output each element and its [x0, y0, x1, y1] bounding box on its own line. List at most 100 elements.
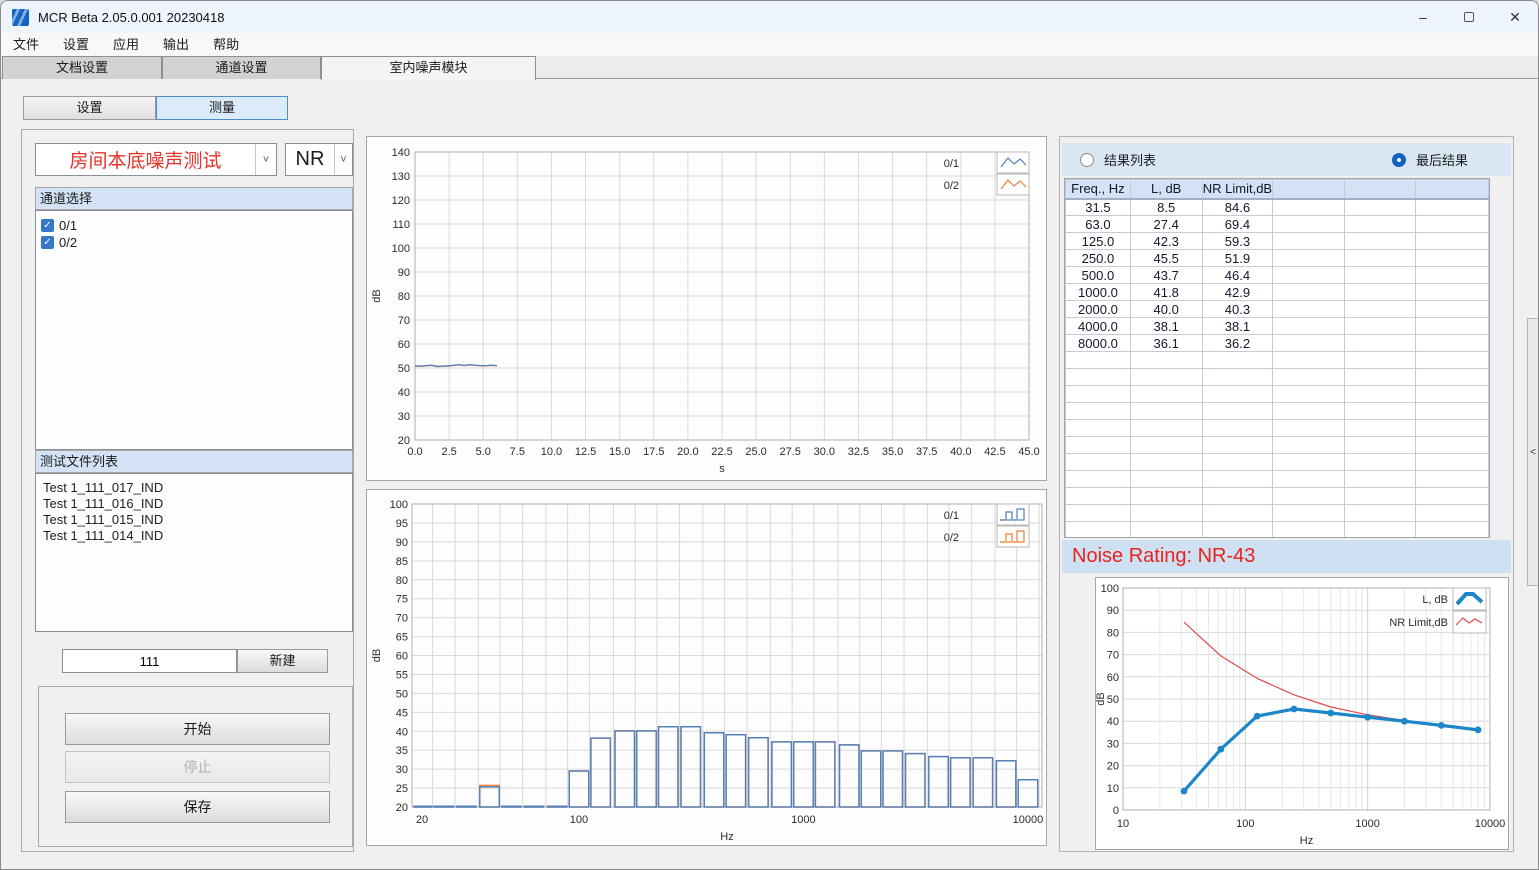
menu-item-settings[interactable]: 设置 [51, 33, 101, 56]
table-cell [1416, 284, 1489, 301]
svg-text:140: 140 [392, 147, 410, 159]
test-file-item[interactable]: Test 1_111_016_IND [36, 496, 352, 512]
tab-indoor-noise-module[interactable]: 室内噪声模块 [321, 56, 536, 80]
start-button[interactable]: 开始 [65, 713, 330, 745]
table-cell [1273, 233, 1345, 250]
table-cell: 45.5 [1130, 250, 1202, 267]
svg-text:37.5: 37.5 [916, 446, 937, 458]
table-row[interactable]: 500.043.746.4 [1066, 267, 1489, 284]
menu-item-help[interactable]: 帮助 [201, 33, 251, 56]
svg-text:7.5: 7.5 [510, 446, 525, 458]
menu-item-output[interactable]: 输出 [151, 33, 201, 56]
table-row-empty [1066, 505, 1489, 522]
save-button[interactable]: 保存 [65, 791, 330, 823]
table-cell [1416, 250, 1489, 267]
test-file-item[interactable]: Test 1_111_017_IND [36, 480, 352, 496]
menu-item-application[interactable]: 应用 [101, 33, 151, 56]
table-row[interactable]: 4000.038.138.1 [1066, 318, 1489, 335]
checkbox-icon[interactable]: ✓ [41, 219, 54, 232]
table-cell [1273, 301, 1345, 318]
test-file-list[interactable]: Test 1_111_017_INDTest 1_111_016_INDTest… [35, 473, 353, 632]
tab-channel-settings[interactable]: 通道设置 [162, 56, 321, 79]
svg-text:80: 80 [398, 291, 410, 303]
minimize-button[interactable]: – [1400, 1, 1446, 33]
table-cell [1273, 250, 1345, 267]
svg-text:75: 75 [396, 594, 408, 606]
checkbox-icon[interactable]: ✓ [41, 236, 54, 249]
table-cell [1416, 216, 1489, 233]
table-row[interactable]: 250.045.551.9 [1066, 250, 1489, 267]
table-cell: 36.1 [1130, 335, 1202, 352]
collapse-panel-button[interactable]: < [1527, 318, 1539, 586]
table-row-empty [1066, 454, 1489, 471]
table-row[interactable]: 1000.041.842.9 [1066, 284, 1489, 301]
table-cell: 4000.0 [1066, 318, 1131, 335]
channel-list[interactable]: ✓0/1✓0/2 [35, 210, 353, 450]
stop-button: 停止 [65, 751, 330, 783]
results-table[interactable]: Freq., HzL, dBNR Limit,dB31.58.584.663.0… [1065, 179, 1489, 538]
last-result-radio[interactable] [1392, 153, 1406, 167]
last-result-radio-label[interactable]: 最后结果 [1416, 150, 1468, 169]
table-cell: 31.5 [1066, 199, 1131, 216]
svg-text:50: 50 [398, 363, 410, 375]
svg-text:60: 60 [396, 651, 408, 663]
file-name-input[interactable] [62, 649, 237, 673]
table-cell [1416, 301, 1489, 318]
title-bar: MCR Beta 2.05.0.001 20230418 – ✕ [1, 1, 1538, 33]
results-table-wrap: Freq., HzL, dBNR Limit,dB31.58.584.663.0… [1064, 178, 1490, 538]
svg-text:60: 60 [398, 339, 410, 351]
close-button[interactable]: ✕ [1492, 1, 1538, 33]
table-cell: 8000.0 [1066, 335, 1131, 352]
svg-text:0/2: 0/2 [944, 532, 959, 544]
channel-item-0/2[interactable]: ✓0/2 [36, 234, 352, 251]
table-cell: 41.8 [1130, 284, 1202, 301]
test-file-item[interactable]: Test 1_111_014_IND [36, 528, 352, 544]
table-row[interactable]: 2000.040.040.3 [1066, 301, 1489, 318]
rating-standard-value: NR [286, 144, 334, 175]
table-row[interactable]: 63.027.469.4 [1066, 216, 1489, 233]
test-type-value: 房间本底噪声测试 [36, 144, 255, 175]
table-cell: 27.4 [1130, 216, 1202, 233]
svg-text:NR Limit,dB: NR Limit,dB [1389, 617, 1448, 629]
table-cell [1344, 335, 1416, 352]
results-list-radio-label[interactable]: 结果列表 [1104, 150, 1156, 169]
results-list-radio[interactable] [1080, 153, 1094, 167]
rating-standard-select[interactable]: NR ˅ [285, 143, 353, 176]
svg-text:20: 20 [1107, 761, 1119, 773]
maximize-button[interactable] [1446, 1, 1492, 33]
table-cell: 84.6 [1202, 199, 1273, 216]
noise-rating-banner: Noise Rating: NR-43 [1062, 540, 1511, 573]
subtab-settings[interactable]: 设置 [23, 96, 156, 120]
channel-item-0/1[interactable]: ✓0/1 [36, 217, 352, 234]
new-button[interactable]: 新建 [237, 649, 328, 673]
table-row-empty [1066, 386, 1489, 403]
table-cell: 40.0 [1130, 301, 1202, 318]
table-row-empty [1066, 403, 1489, 420]
test-file-item[interactable]: Test 1_111_015_IND [36, 512, 352, 528]
table-row[interactable]: 31.58.584.6 [1066, 199, 1489, 216]
menu-item-file[interactable]: 文件 [1, 33, 51, 56]
svg-text:120: 120 [392, 195, 410, 207]
table-cell: 1000.0 [1066, 284, 1131, 301]
tab-document-settings[interactable]: 文档设置 [2, 56, 162, 79]
svg-text:130: 130 [392, 171, 410, 183]
svg-text:0/1: 0/1 [944, 510, 959, 522]
svg-text:30: 30 [1107, 738, 1119, 750]
svg-text:2.5: 2.5 [441, 446, 456, 458]
test-type-select[interactable]: 房间本底噪声测试 ˅ [35, 143, 277, 176]
svg-text:40: 40 [396, 726, 408, 738]
table-cell [1344, 199, 1416, 216]
result-mode-band: 结果列表 最后结果 [1062, 143, 1511, 176]
svg-text:42.5: 42.5 [984, 446, 1005, 458]
table-header: L, dB [1130, 180, 1202, 199]
svg-text:40.0: 40.0 [950, 446, 971, 458]
table-cell: 51.9 [1202, 250, 1273, 267]
table-row[interactable]: 125.042.359.3 [1066, 233, 1489, 250]
svg-text:85: 85 [396, 556, 408, 568]
svg-text:0/1: 0/1 [944, 158, 959, 170]
chevron-down-icon[interactable]: ˅ [255, 144, 276, 175]
svg-text:80: 80 [1107, 627, 1119, 639]
table-row[interactable]: 8000.036.136.2 [1066, 335, 1489, 352]
chevron-down-icon[interactable]: ˅ [334, 144, 352, 175]
subtab-measurement[interactable]: 测量 [156, 96, 288, 120]
